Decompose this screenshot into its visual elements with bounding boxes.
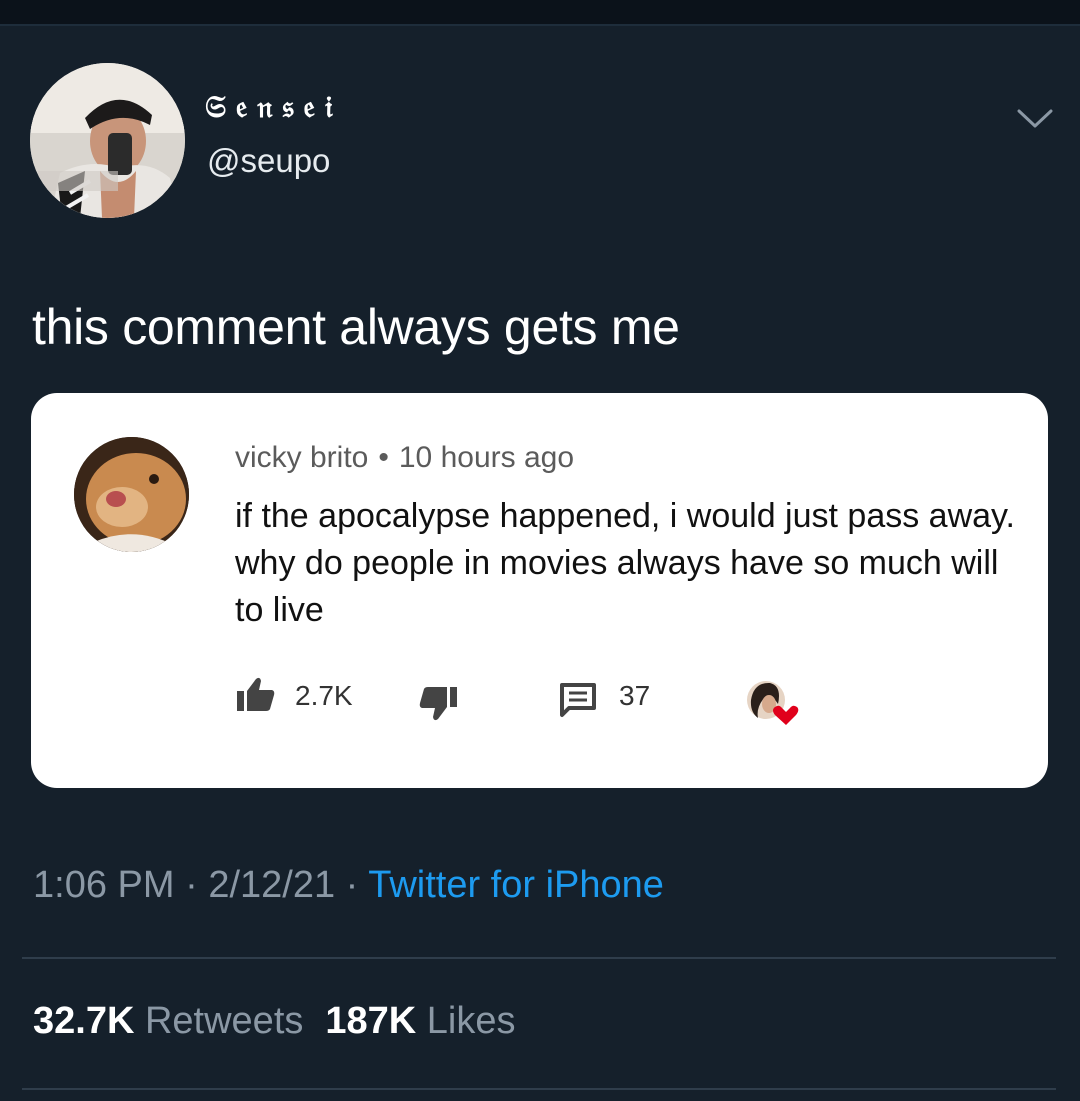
comment-time[interactable]: 10 hours ago [399,441,574,474]
tweet-date[interactable]: 2/12/21 [208,864,335,906]
divider-top [22,957,1056,959]
author-avatar-image [30,63,185,218]
comment-text: if the apocalypse happened, i would just… [235,497,1015,629]
commenter-name[interactable]: vicky brito [235,441,368,474]
meta-separator: • [378,441,389,474]
tweet-source-link[interactable]: Twitter for iPhone [368,864,664,906]
author-avatar[interactable] [30,63,185,218]
comment-icon[interactable] [559,682,597,718]
retweets-count: 32.7K [33,1000,135,1042]
likes-stat[interactable]: 187K Likes [325,1000,515,1042]
comment-meta: vicky brito • 10 hours ago [235,441,574,475]
tweet-meta-line: 1:06 PM · 2/12/21 · Twitter for iPhone [33,864,664,907]
thumbs-up-icon[interactable] [236,676,276,712]
meta-separator: · [345,864,359,906]
thumbs-down-icon[interactable] [418,686,458,722]
retweets-label: Retweets [144,1000,304,1042]
commenter-avatar-image [74,437,189,552]
top-bar [0,0,1080,24]
chevron-down-icon[interactable] [1016,107,1054,131]
comment-reply-count: 37 [619,680,651,711]
tweet-text: this comment always gets me [32,299,680,355]
author-display-name[interactable]: 𝔖𝔢𝔫𝔰𝔢𝔦 [205,90,343,125]
top-divider [0,24,1080,26]
likes-count: 187K [325,1000,417,1042]
meta-separator: · [185,864,198,906]
comment-screenshot-card: vicky brito • 10 hours ago if the apocalyp… [31,393,1048,788]
author-handle[interactable]: @seupo [207,142,330,180]
tweet-time[interactable]: 1:06 PM [33,864,175,906]
tweet-stats: 32.7K Retweets 187K Likes [33,1000,516,1043]
divider-bottom [22,1088,1056,1090]
creator-heart-icon [742,678,802,730]
comment-like-count: 2.7K [295,680,353,711]
retweets-stat[interactable]: 32.7K Retweets [33,1000,303,1042]
commenter-avatar [74,437,189,552]
likes-label: Likes [426,1000,516,1042]
